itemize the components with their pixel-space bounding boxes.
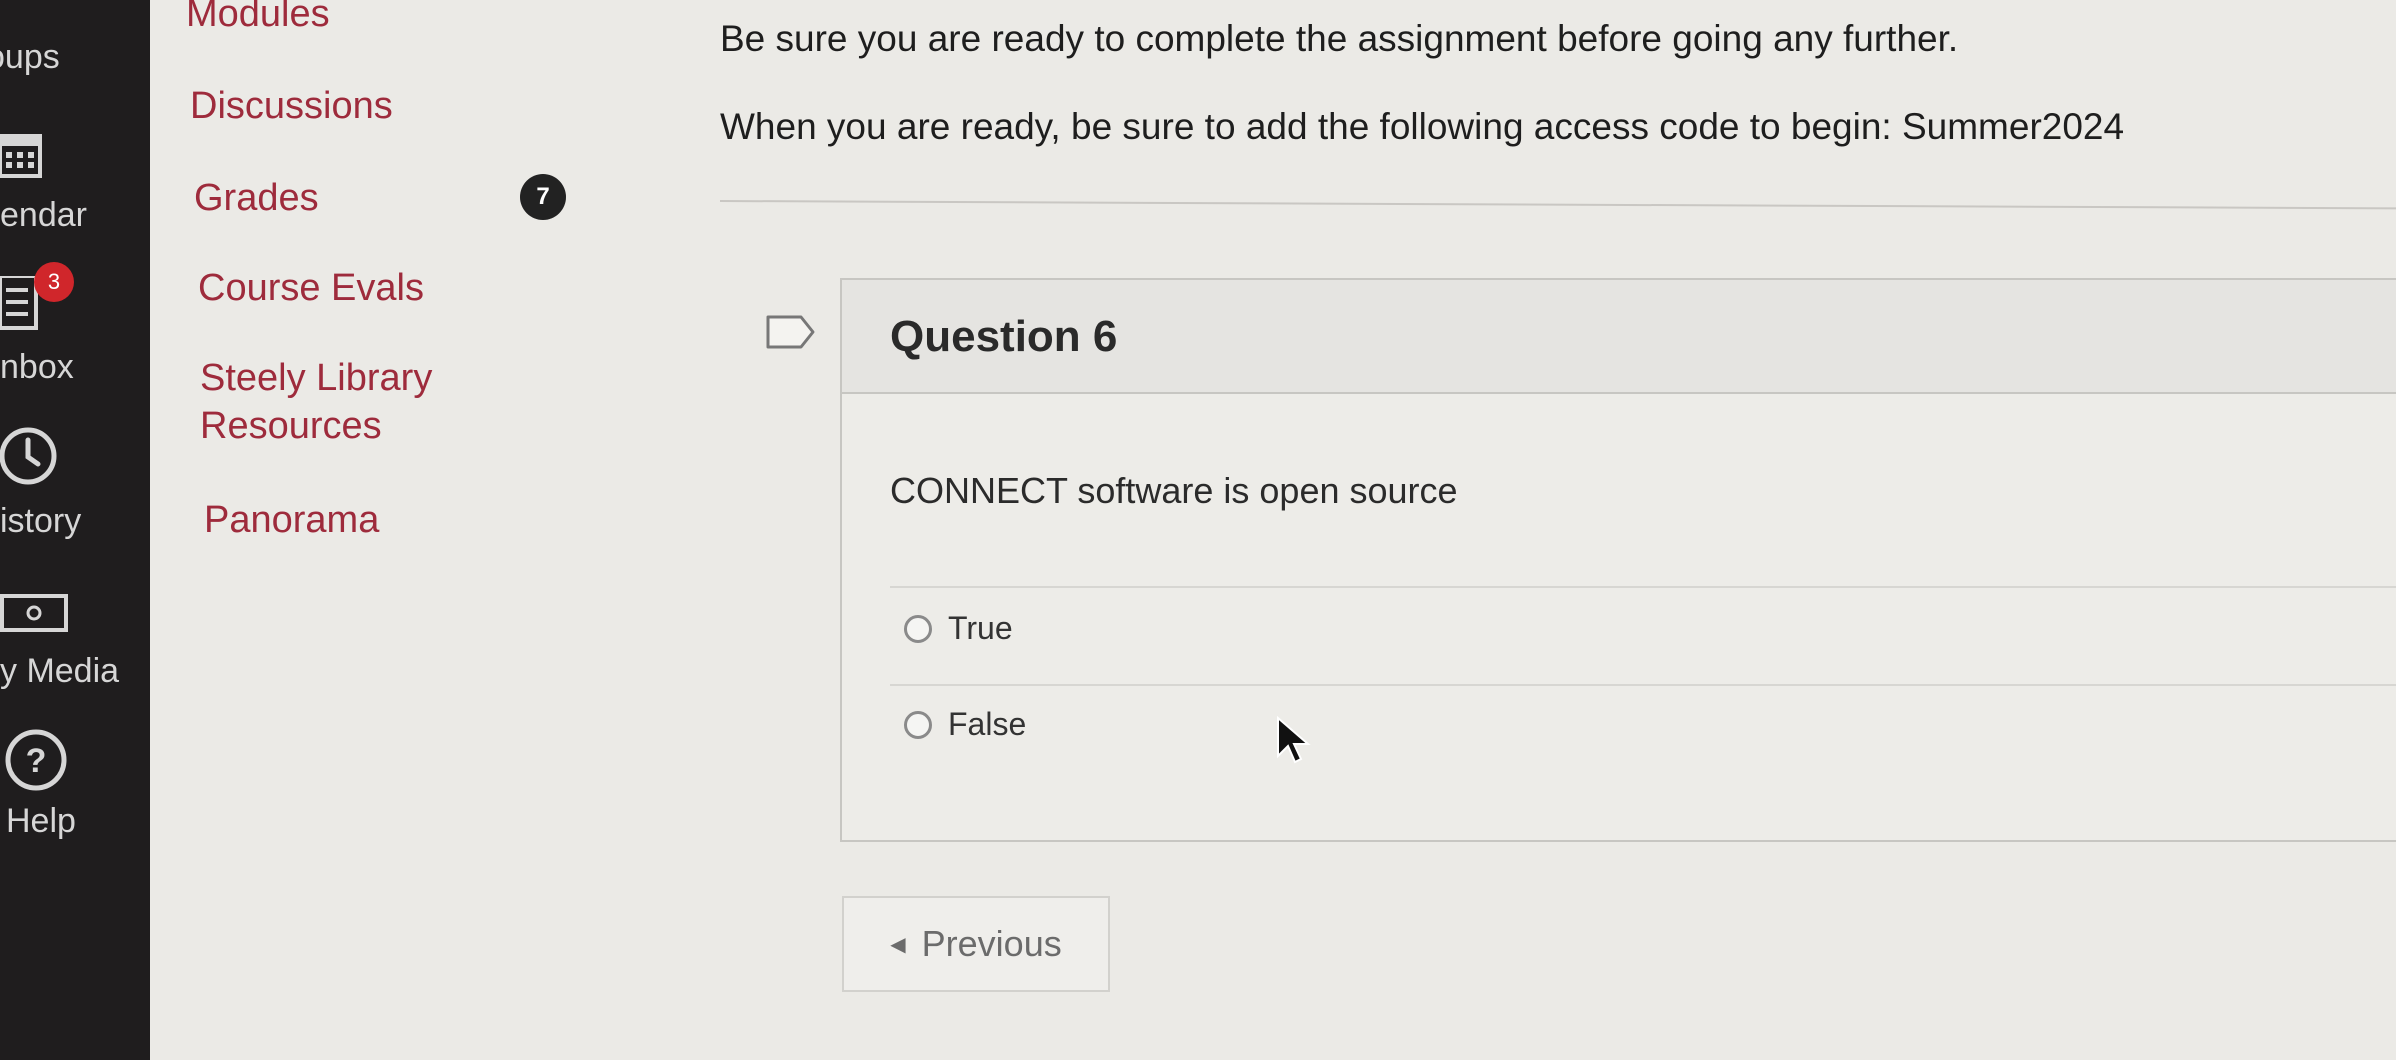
answer-false-label: False — [948, 706, 1027, 742]
nav-media-label: y Media — [0, 652, 120, 690]
nav-groups-label: oups — [0, 38, 60, 76]
course-nav-grades[interactable]: Grades — [194, 174, 319, 222]
previous-label: Previous — [921, 923, 1062, 964]
course-nav-modules[interactable]: Modules — [186, 0, 330, 38]
course-nav-panorama[interactable]: Panorama — [204, 496, 379, 544]
answer-true-label: True — [948, 610, 1013, 646]
question-header: Question 6 — [842, 280, 2396, 394]
help-icon: ? — [5, 729, 67, 791]
divider — [719, 200, 2396, 210]
answer-true-radio[interactable] — [904, 614, 932, 643]
inbox-unread-badge: 3 — [34, 262, 74, 302]
svg-text:?: ? — [26, 742, 47, 780]
chevron-left-icon: ◀ — [890, 933, 906, 956]
flag-question-icon[interactable] — [765, 314, 817, 350]
answer-false[interactable]: False — [904, 706, 1026, 743]
answer-true[interactable]: True — [904, 610, 1013, 647]
grades-count-badge: 7 — [520, 174, 566, 220]
answer-false-radio[interactable] — [904, 710, 932, 739]
calendar-icon — [0, 134, 42, 178]
global-nav: oups endar 3 nbox istory — [0, 0, 150, 1060]
course-nav-course-evals[interactable]: Course Evals — [198, 264, 424, 312]
course-nav-discussions[interactable]: Discussions — [190, 82, 393, 130]
nav-calendar-label: endar — [0, 196, 87, 234]
course-nav-steely-library[interactable]: Steely Library Resources — [200, 354, 500, 450]
question-text: CONNECT software is open source — [890, 470, 1458, 511]
media-icon — [0, 594, 68, 632]
mouse-pointer-icon — [1277, 716, 1311, 764]
previous-button[interactable]: ◀ Previous — [842, 896, 1110, 992]
instruction-ready: Be sure you are ready to complete the as… — [720, 18, 1959, 59]
answer-separator — [890, 586, 2396, 588]
instruction-access-code: When you are ready, be sure to add the f… — [720, 106, 2125, 147]
nav-help-label: Help — [6, 802, 76, 840]
nav-inbox-label: nbox — [0, 348, 74, 386]
question-title: Question 6 — [890, 312, 1118, 361]
answer-separator — [890, 684, 2396, 686]
history-icon — [0, 427, 57, 485]
question-card: Question 6 CONNECT software is open sour… — [840, 278, 2396, 842]
nav-history-label: istory — [0, 502, 82, 540]
